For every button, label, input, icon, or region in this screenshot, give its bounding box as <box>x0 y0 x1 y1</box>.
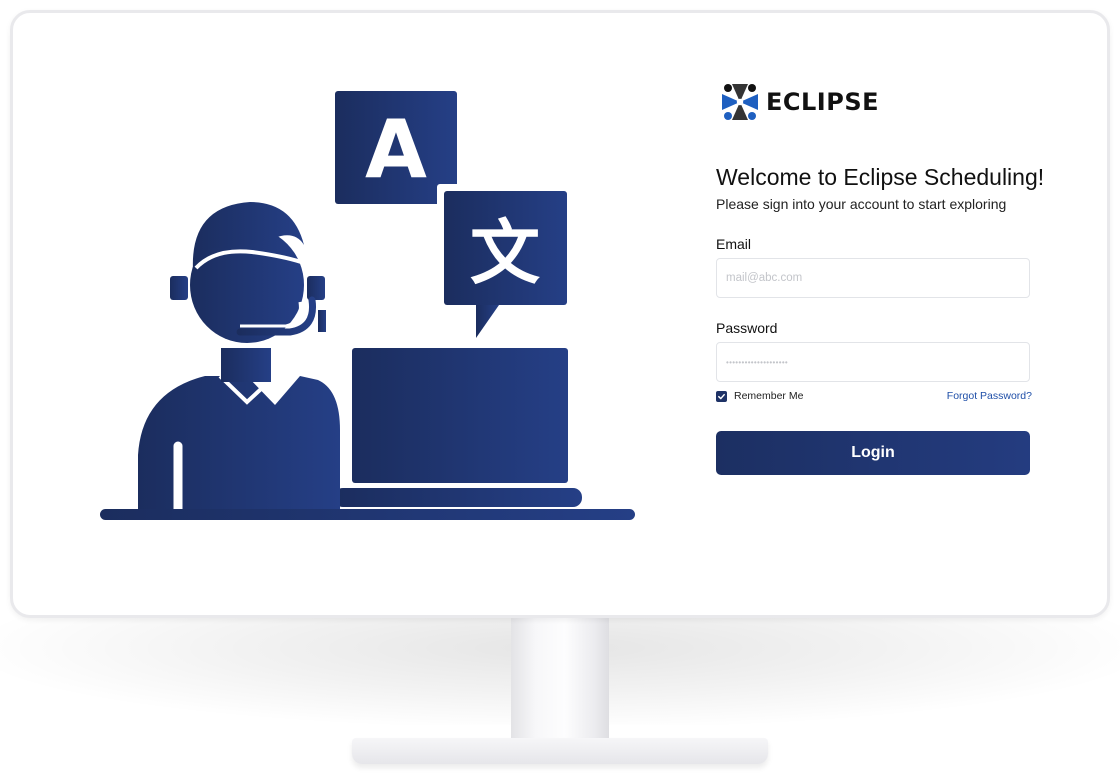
brand-logo: ECLIPSE <box>716 78 1076 126</box>
remember-me-label: Remember Me <box>734 390 804 402</box>
laptop-icon <box>325 348 589 513</box>
login-panel: ECLIPSE Welcome to Eclipse Scheduling! P… <box>716 78 1076 475</box>
page-subtitle: Please sign into your account to start e… <box>716 196 1007 212</box>
letter-a-glyph: A <box>365 103 427 196</box>
chinese-character-glyph: 文 <box>470 212 540 294</box>
monitor-mockup: A 文 ECLIPSE Welcome to Eclipse Schedulin… <box>0 0 1120 776</box>
page-title: Welcome to Eclipse Scheduling! <box>716 164 1045 190</box>
monitor-stand-base <box>352 738 768 764</box>
email-label: Email <box>716 236 752 252</box>
desk-line <box>100 509 635 520</box>
support-illustration: A 文 <box>100 91 635 520</box>
login-options: Remember Me Forgot Password? <box>716 390 1032 402</box>
remember-me-checkbox[interactable] <box>716 390 727 402</box>
password-label: Password <box>716 320 778 336</box>
support-agent-headset-icon <box>138 202 340 515</box>
remember-me[interactable]: Remember Me <box>716 390 803 402</box>
eclipse-logo-icon <box>722 84 758 120</box>
email-field-wrapper <box>716 258 1030 298</box>
password-placeholder: •••••••••••••••••••• <box>726 357 789 367</box>
brand-name: ECLIPSE <box>766 88 879 116</box>
checkmark-icon <box>718 393 725 399</box>
login-button[interactable]: Login <box>716 431 1030 475</box>
translate-chinese-character-icon: 文 <box>437 184 573 338</box>
forgot-password-link[interactable]: Forgot Password? <box>947 390 1032 402</box>
monitor-stand-neck <box>511 617 609 745</box>
password-field[interactable]: •••••••••••••••••••• <box>716 342 1030 382</box>
email-field[interactable] <box>726 272 1020 284</box>
